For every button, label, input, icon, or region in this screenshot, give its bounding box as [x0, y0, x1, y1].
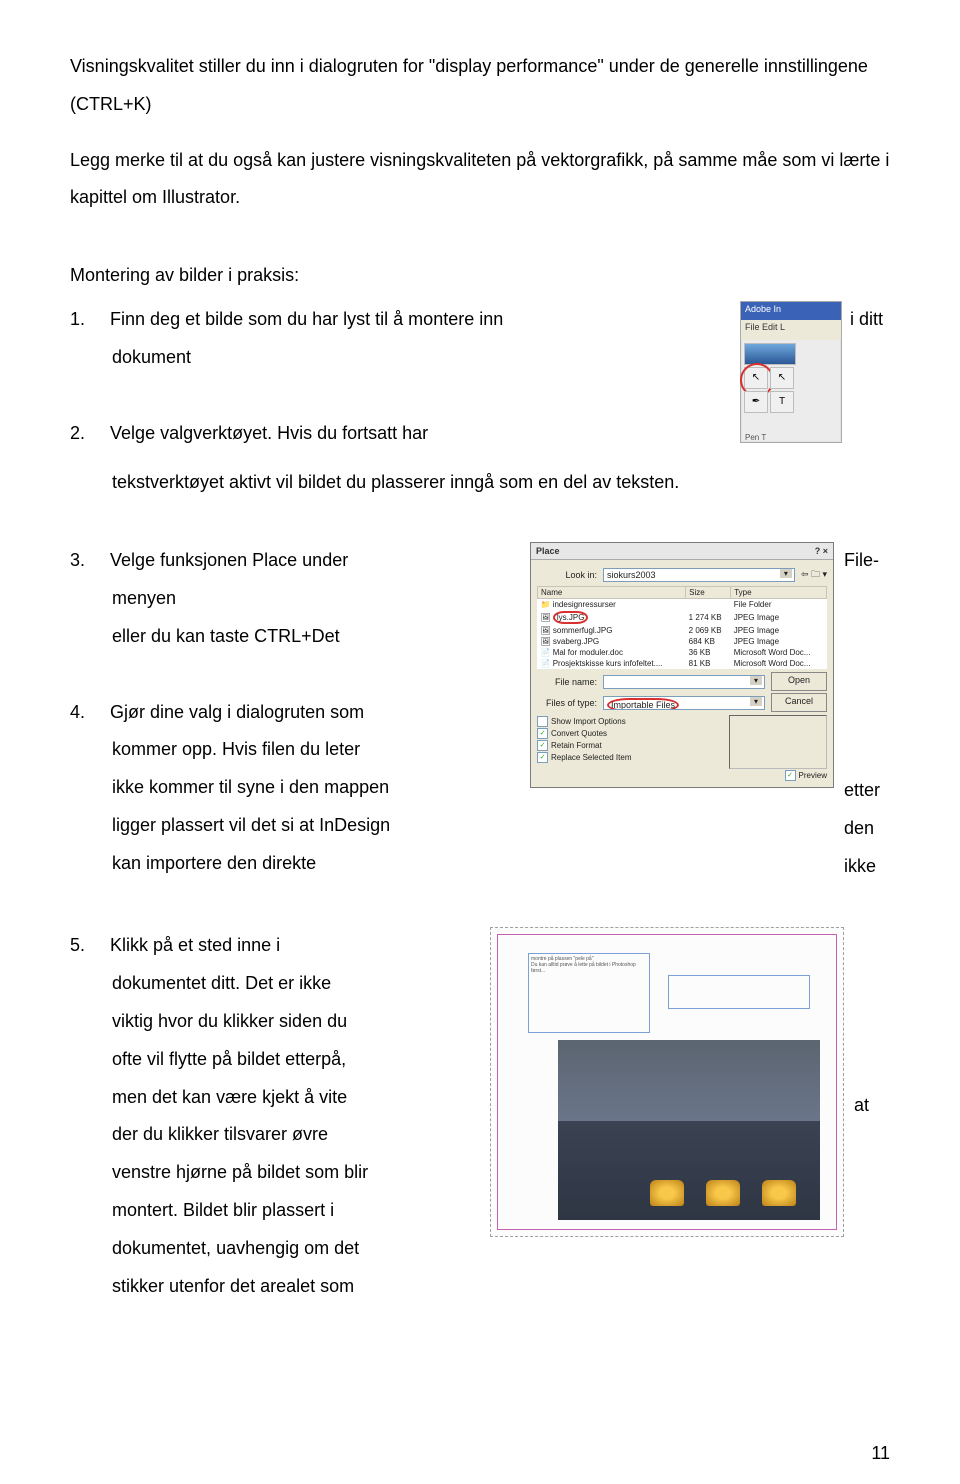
filename-input [603, 675, 765, 689]
step-2-indent: tekstverktøyet aktivt vil bildet du plas… [112, 464, 890, 502]
step-5-text: Klikk på et sted inne i [110, 935, 280, 955]
step-5-l10: stikker utenfor det arealet som [112, 1268, 440, 1306]
cb-show-import: Show Import Options [537, 716, 713, 727]
step-5-l9: dokumentet, uavhengig om det [112, 1230, 440, 1268]
step-3-4-row: 3. Velge funksjonen Place under menyen e… [70, 542, 890, 885]
step-5-l8: montert. Bildet blir plassert i [112, 1192, 440, 1230]
step-5-line1: 5. Klikk på et sted inne i [70, 927, 440, 965]
step-4-num: 4. [70, 702, 85, 722]
col-name: Name [538, 587, 686, 599]
toolbar-title: Adobe In [741, 302, 841, 320]
step-4-text: Gjør dine valg i dialogruten som [110, 702, 364, 722]
cb-retain-format: Retain Format [537, 740, 713, 751]
step-1-text-c: i ditt [850, 301, 890, 339]
lookin-select: siokurs2003 [603, 568, 795, 582]
indesign-page-screenshot: montre på plassen "pele på"Du kan alltid… [490, 927, 844, 1237]
step-4-line1: 4. Gjør dine valg i dialogruten som [70, 694, 475, 732]
table-row: 🖼 svaberg.JPG684 KBJPEG Image [538, 636, 827, 647]
step-4-line5: kan importere den direkte [112, 845, 475, 883]
step-3-indent-1: menyen [112, 580, 475, 618]
step-4-line4a: ligger plassert vil det si at InDesign [112, 807, 475, 845]
step-4-line2a: kommer opp. Hvis filen du leter [112, 731, 475, 769]
step-2-num: 2. [70, 423, 85, 443]
cb-convert-quotes: Convert Quotes [537, 728, 713, 739]
step-4-l2b: etter [844, 772, 890, 810]
step-2-line: 2. Velge valgverktøyet. Hvis du fortsatt… [70, 415, 630, 453]
section-title: Montering av bilder i praksis: [70, 257, 890, 295]
cb-preview: Preview [537, 770, 827, 781]
step-5-l4: ofte vil flytte på bildet etterpå, [112, 1041, 440, 1079]
nav-icons: ⇦ 🗀 ▾ [801, 567, 827, 583]
step-3-text-c: File- [844, 542, 890, 580]
step-1-num: 1. [70, 309, 85, 329]
col-size: Size [686, 587, 731, 599]
step-1-row: 1. Finn deg et bilde som du har lyst til… [70, 301, 890, 452]
document-page: Visningskvalitet stiller du inn i dialog… [0, 0, 960, 1484]
cb-replace-selected: Replace Selected Item [537, 752, 713, 763]
step-3-indent-2: eller du kan taste CTRL+Det [112, 618, 475, 656]
direct-select-icon: ↖ [770, 367, 794, 389]
table-row: 📄 Prosjektskisse kurs infofeltet....81 K… [538, 658, 827, 669]
page-number: 11 [871, 1443, 890, 1464]
intro-paragraph: Visningskvalitet stiller du inn i dialog… [70, 48, 890, 124]
step-1-line: 1. Finn deg et bilde som du har lyst til… [70, 301, 630, 339]
filename-label: File name: [537, 677, 597, 687]
note-paragraph: Legg merke til at du også kan justere vi… [70, 142, 890, 218]
table-row: 📁 indesignressurserFile Folder [538, 599, 827, 611]
filesof-label: Files of type: [537, 698, 597, 708]
open-button: Open [771, 672, 827, 691]
step-3-num: 3. [70, 550, 85, 570]
filesof-select: Importable Files [603, 696, 765, 710]
step-5-l2: dokumentet ditt. Det er ikke [112, 965, 440, 1003]
step-3-text: Velge funksjonen Place under [110, 550, 348, 570]
toolbar-screenshot: Adobe In File Edit L ↖ ↖ ✒ T Pen T [740, 301, 842, 443]
place-dialog-screenshot: Place ? × Look in: siokurs2003 ⇦ 🗀 ▾ Nam… [530, 542, 834, 788]
step-5-l3: viktig hvor du klikker siden du [112, 1003, 440, 1041]
step-5-l7: venstre hjørne på bildet som blir [112, 1154, 440, 1192]
table-row: 🖼 lys.JPG1 274 KBJPEG Image [538, 610, 827, 625]
lookin-label: Look in: [537, 570, 597, 580]
step-1-indent: dokument [112, 339, 630, 377]
step-3-line: 3. Velge funksjonen Place under [70, 542, 475, 580]
dialog-title: Place [536, 546, 560, 556]
col-type: Type [731, 587, 827, 599]
step-2-text: Velge valgverktøyet. Hvis du fortsatt ha… [110, 423, 428, 443]
file-list-table: Name Size Type 📁 indesignressurserFile F… [537, 586, 827, 669]
toolbar-pen-hint: Pen T [741, 433, 841, 442]
step-5-row: 5. Klikk på et sted inne i dokumentet di… [70, 927, 890, 1305]
step-4-line3a: ikke kommer til syne i den mappen [112, 769, 475, 807]
step-5-num: 5. [70, 935, 85, 955]
step-1-text-a: Finn deg et bilde som du har lyst til å … [110, 309, 503, 329]
pen-tool-icon: ✒ [744, 391, 768, 413]
step-4-l3b: den [844, 810, 890, 848]
selection-tool-icon: ↖ [744, 367, 768, 389]
cancel-button: Cancel [771, 693, 827, 712]
type-tool-icon: T [770, 391, 794, 413]
table-row: 🖼 sommerfugl.JPG2 069 KBJPEG Image [538, 625, 827, 636]
step-5-l5a: men det kan være kjekt å vite [112, 1079, 440, 1117]
toolbar-menubar: File Edit L [741, 320, 841, 340]
step-5-l5b: at [854, 1087, 890, 1125]
dialog-close-icons: ? × [815, 546, 828, 556]
step-4-l4b: ikke [844, 848, 890, 886]
table-row: 📄 Mal for moduler.doc36 KBMicrosoft Word… [538, 647, 827, 658]
step-5-l6: der du klikker tilsvarer øvre [112, 1116, 440, 1154]
